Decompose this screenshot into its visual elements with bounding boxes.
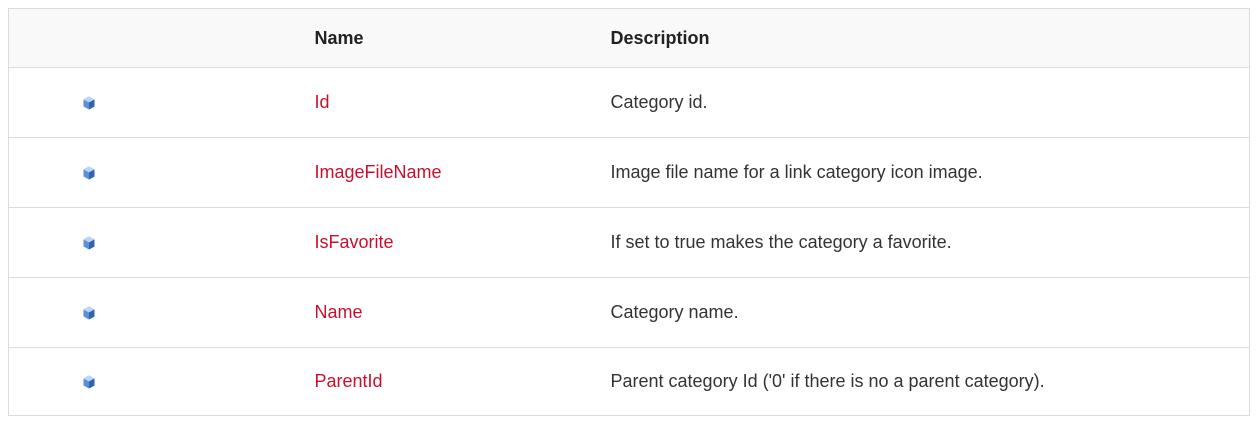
member-link-parentid[interactable]: ParentId <box>315 371 383 391</box>
member-link-isfavorite[interactable]: IsFavorite <box>315 232 394 252</box>
header-icon <box>8 8 315 68</box>
description-cell: Parent category Id ('0' if there is no a… <box>610 347 1250 416</box>
public-property-icon <box>83 375 95 389</box>
description-cell: Category name. <box>610 277 1250 348</box>
name-cell: ParentId <box>314 347 611 416</box>
header-name: Name <box>314 8 611 68</box>
table-row: IsFavorite If set to true makes the cate… <box>8 207 1250 278</box>
icon-cell <box>8 277 315 348</box>
name-cell: Name <box>314 277 611 348</box>
header-description: Description <box>610 8 1250 68</box>
table-header-row: Name Description <box>8 8 1250 68</box>
name-cell: ImageFileName <box>314 137 611 208</box>
members-table: Name Description Id Category id. ImageFi… <box>8 8 1250 416</box>
icon-cell <box>8 347 315 416</box>
member-link-name[interactable]: Name <box>315 302 363 322</box>
table-row: Id Category id. <box>8 67 1250 138</box>
member-link-imagefilename[interactable]: ImageFileName <box>315 162 442 182</box>
icon-cell <box>8 67 315 138</box>
description-cell: If set to true makes the category a favo… <box>610 207 1250 278</box>
name-cell: Id <box>314 67 611 138</box>
table-row: ParentId Parent category Id ('0' if ther… <box>8 347 1250 416</box>
table-row: ImageFileName Image file name for a link… <box>8 137 1250 208</box>
name-cell: IsFavorite <box>314 207 611 278</box>
public-property-icon <box>83 306 95 320</box>
description-cell: Category id. <box>610 67 1250 138</box>
public-property-icon <box>83 166 95 180</box>
description-cell: Image file name for a link category icon… <box>610 137 1250 208</box>
public-property-icon <box>83 236 95 250</box>
member-link-id[interactable]: Id <box>315 92 330 112</box>
icon-cell <box>8 137 315 208</box>
public-property-icon <box>83 96 95 110</box>
table-row: Name Category name. <box>8 277 1250 348</box>
icon-cell <box>8 207 315 278</box>
